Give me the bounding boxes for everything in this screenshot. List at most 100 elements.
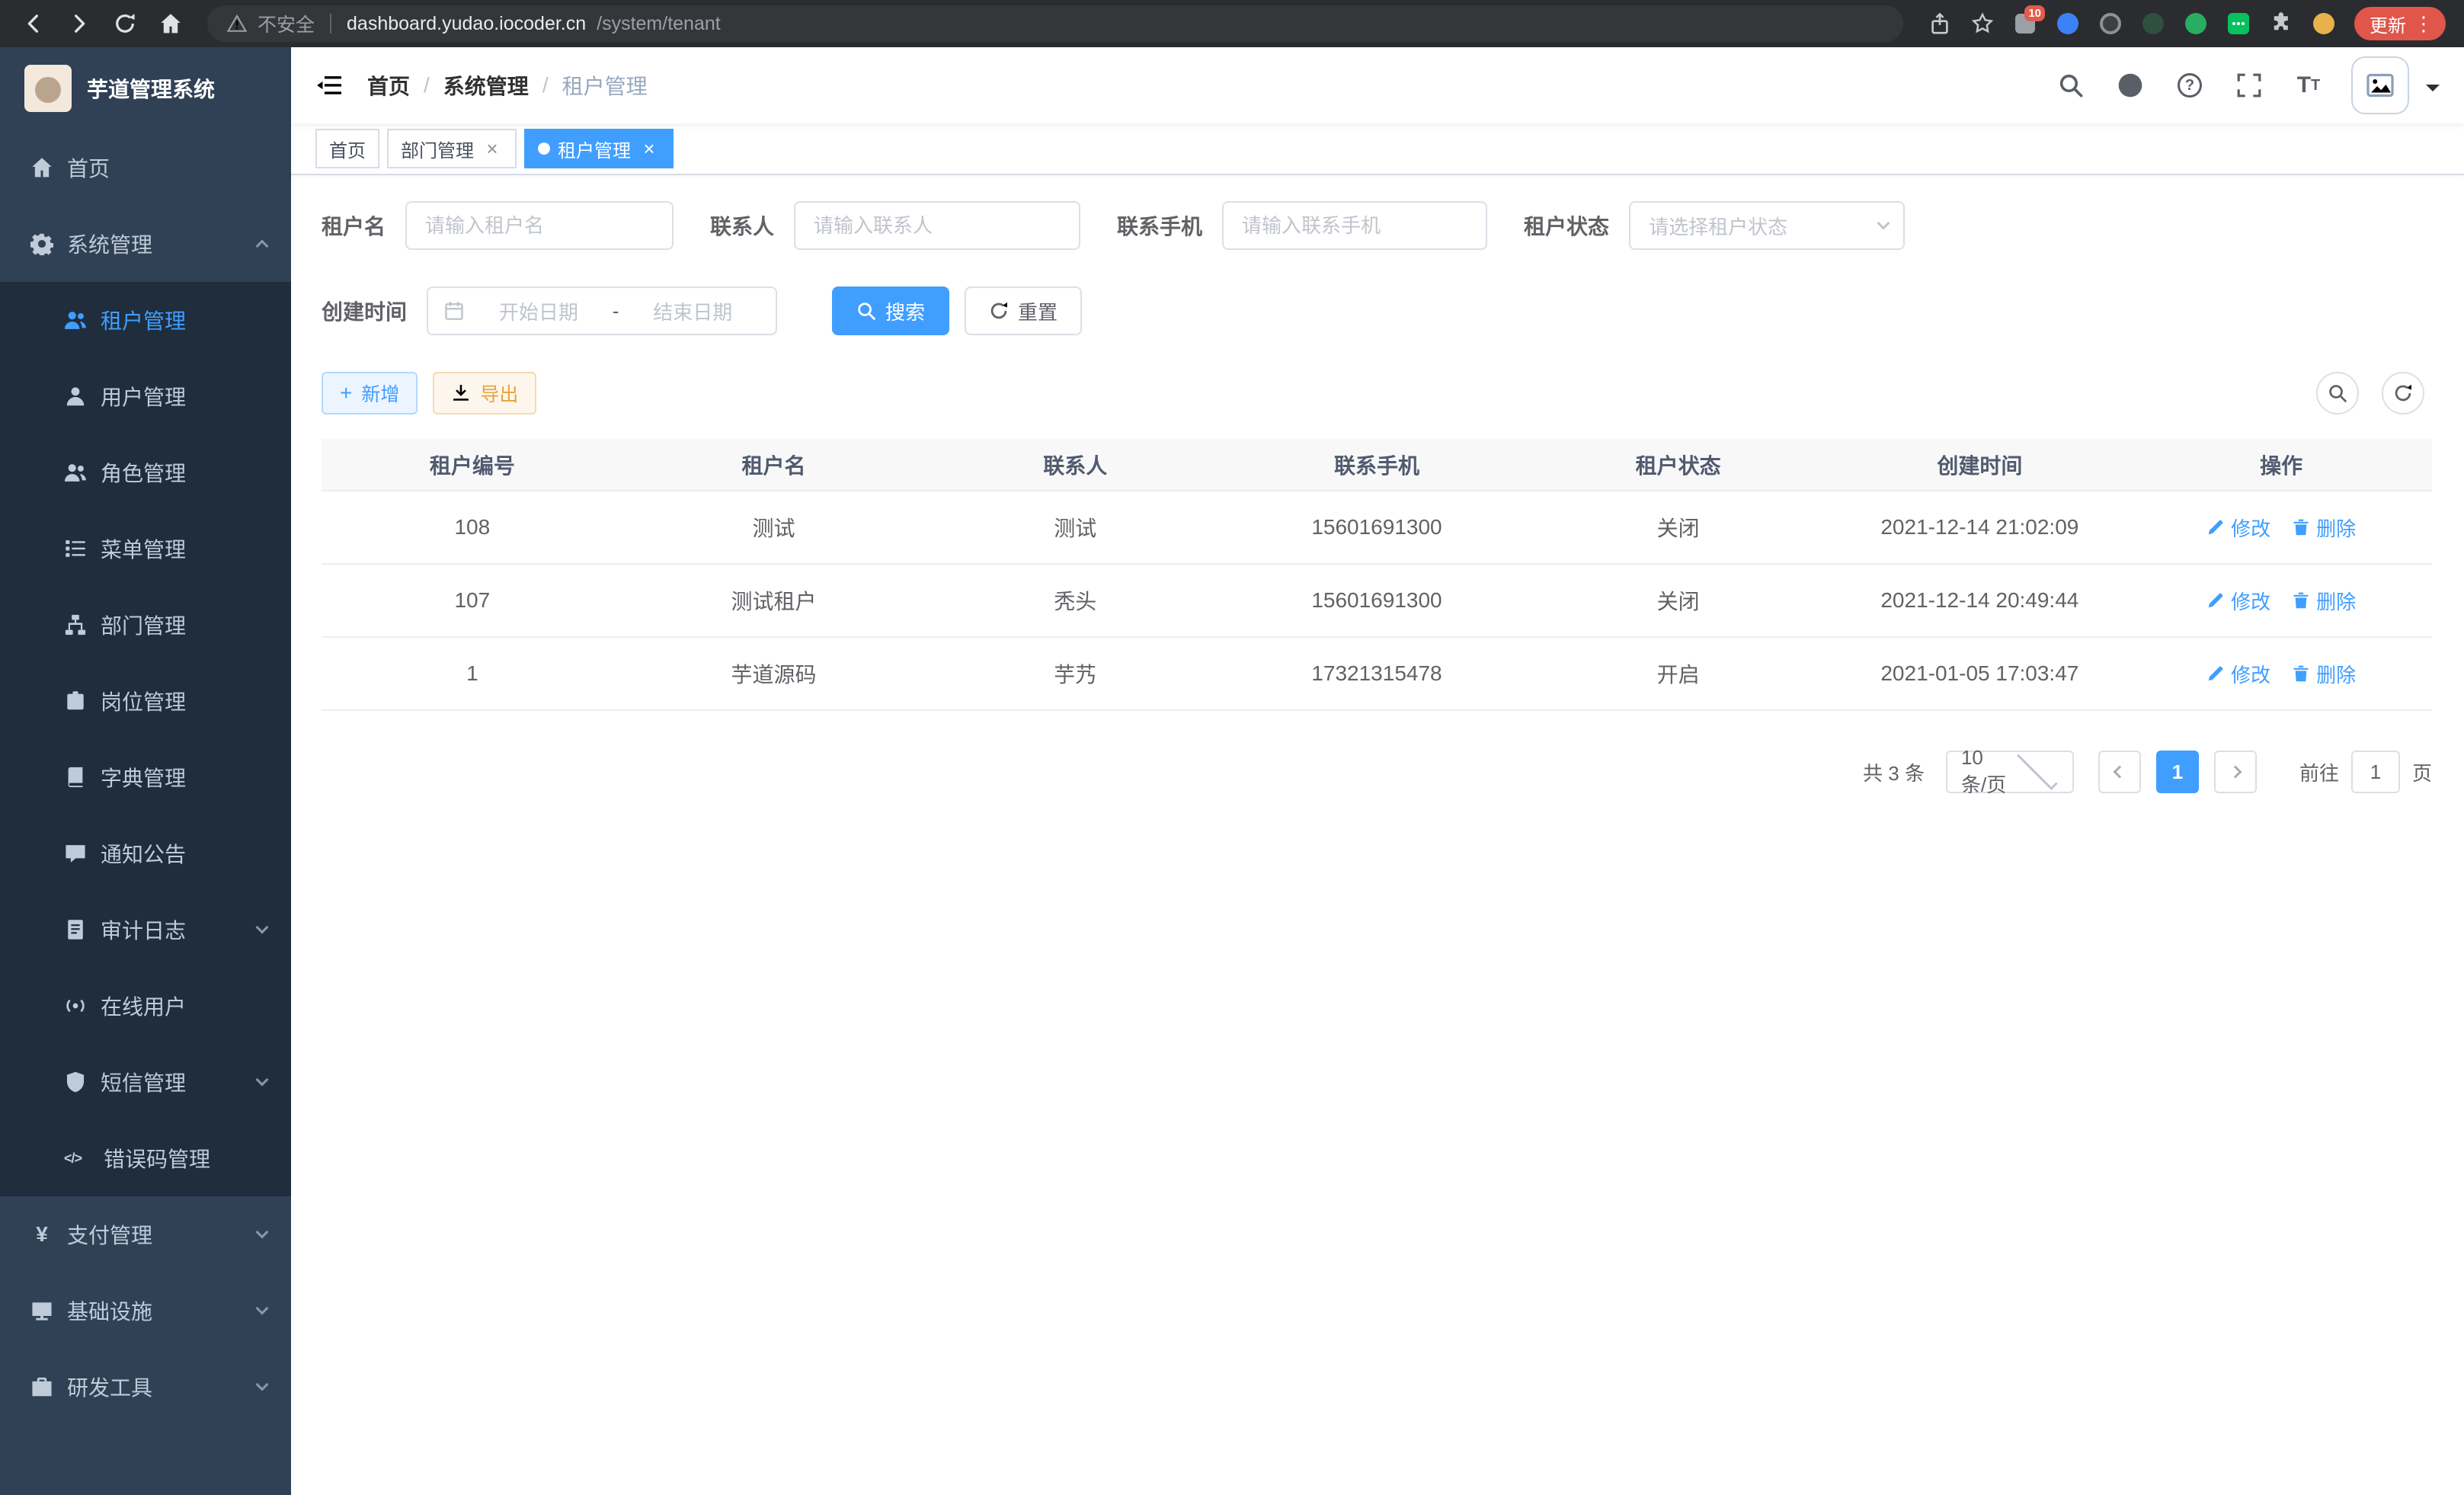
user-avatar[interactable] (2351, 56, 2409, 114)
tab-home[interactable]: 首页 (315, 129, 379, 168)
breadcrumb-system[interactable]: 系统管理 (443, 70, 529, 101)
delete-row-link[interactable]: 删除 (2292, 587, 2356, 615)
sidebar-item-system[interactable]: 系统管理 (0, 206, 291, 282)
sidebar-item-tenant[interactable]: 租户管理 (0, 282, 291, 358)
sidebar-item-online-user[interactable]: 在线用户 (0, 968, 291, 1044)
system-submenu: 租户管理 用户管理 角色管理 菜单管理 (0, 282, 291, 1196)
url-path: /system/tenant (597, 13, 721, 35)
tab-close-icon[interactable]: × (482, 138, 503, 159)
edit-row-link[interactable]: 修改 (2206, 587, 2270, 615)
extension-icon-5[interactable] (2184, 11, 2208, 36)
toggle-search-button[interactable] (2316, 372, 2359, 415)
address-bar[interactable]: 不安全 dashboard.yudao.iocoder.cn/system/te… (207, 5, 1903, 42)
contact-input[interactable] (794, 201, 1080, 250)
app-logo[interactable]: 芋道管理系统 (0, 47, 291, 130)
search-button[interactable]: 搜索 (832, 287, 949, 335)
tags-view-bar: 首页 部门管理 × 租户管理 × (291, 123, 2464, 175)
caret-down-icon[interactable] (2426, 85, 2440, 98)
cell-mobile: 15601691300 (1226, 491, 1528, 564)
yen-icon: ¥ (30, 1222, 53, 1247)
sidebar-item-error-code[interactable]: </> 错误码管理 (0, 1120, 291, 1196)
sidebar-item-user[interactable]: 用户管理 (0, 358, 291, 434)
browser-home-icon[interactable] (158, 11, 183, 36)
breadcrumb-home[interactable]: 首页 (367, 70, 410, 101)
reset-button[interactable]: 重置 (965, 287, 1082, 335)
page-size-select[interactable]: 10条/页 (1946, 751, 2074, 793)
help-glyph: ? (2178, 73, 2202, 98)
sidebar-item-notice[interactable]: 通知公告 (0, 815, 291, 892)
tab-dept[interactable]: 部门管理 × (387, 129, 517, 168)
github-icon[interactable] (2114, 69, 2147, 102)
extension-icon-3[interactable] (2098, 11, 2123, 36)
url-host: dashboard.yudao.iocoder.cn (347, 13, 586, 35)
extension-icon-1[interactable]: 10 (2013, 11, 2037, 36)
app-logo-image (24, 65, 72, 112)
tenant-status-select[interactable]: 请选择租户状态 (1629, 201, 1905, 250)
address-divider (330, 14, 331, 34)
font-size-icon[interactable]: TT (2292, 69, 2325, 102)
cell-contact: 秃头 (924, 564, 1226, 637)
tenant-name-input[interactable] (405, 201, 674, 250)
export-button[interactable]: 导出 (433, 372, 536, 415)
sidebar-item-infra[interactable]: 基础设施 (0, 1273, 291, 1349)
cell-status: 开启 (1528, 637, 1829, 710)
sidebar-item-menu[interactable]: 菜单管理 (0, 511, 291, 587)
delete-row-link[interactable]: 删除 (2292, 514, 2356, 542)
share-icon[interactable] (1928, 11, 1952, 36)
create-time-range-picker[interactable]: 开始日期 - 结束日期 (427, 287, 777, 335)
browser-profile-avatar[interactable] (2312, 11, 2336, 36)
column-header: 创建时间 (1829, 439, 2131, 491)
menu-label: 岗位管理 (101, 686, 186, 716)
sidebar-item-home[interactable]: 首页 (0, 130, 291, 206)
pagination-total: 共 3 条 (1863, 758, 1925, 786)
shield-icon (64, 1071, 87, 1093)
edit-row-link[interactable]: 修改 (2206, 514, 2270, 542)
sidebar-item-sms[interactable]: 短信管理 (0, 1044, 291, 1120)
header-search-icon[interactable] (2054, 69, 2088, 102)
warning-icon (227, 14, 247, 34)
mobile-input[interactable] (1222, 201, 1487, 250)
extension-glyph (2057, 13, 2078, 34)
reload-icon[interactable] (113, 11, 137, 36)
goto-page-input[interactable] (2351, 751, 2400, 793)
sidebar-item-audit-log[interactable]: 审计日志 (0, 892, 291, 968)
delete-row-link[interactable]: 删除 (2292, 660, 2356, 688)
sidebar-item-role[interactable]: 角色管理 (0, 434, 291, 511)
profile-glyph (2313, 13, 2334, 34)
sidebar-item-devtools[interactable]: 研发工具 (0, 1349, 291, 1425)
chevron-down-icon (256, 1302, 269, 1315)
update-button[interactable]: 更新⋮ (2354, 7, 2446, 40)
forward-icon[interactable] (67, 11, 91, 36)
add-button[interactable]: + 新增 (322, 372, 418, 415)
column-header: 租户名 (623, 439, 925, 491)
prev-page-button[interactable] (2098, 751, 2141, 793)
extensions-puzzle-icon[interactable] (2269, 11, 2293, 36)
extension-icon-6[interactable] (2226, 11, 2251, 36)
hamburger-icon[interactable] (315, 72, 343, 99)
chevron-down-icon (2018, 749, 2058, 789)
tab-close-icon[interactable]: × (638, 138, 660, 159)
tab-tenant[interactable]: 租户管理 × (524, 129, 674, 168)
fullscreen-icon[interactable] (2232, 69, 2266, 102)
help-icon[interactable]: ? (2173, 69, 2206, 102)
sidebar-item-post[interactable]: 岗位管理 (0, 663, 291, 739)
filter-row-2: 创建时间 开始日期 - 结束日期 搜索 重置 (322, 287, 2432, 335)
security-label: 不安全 (258, 10, 315, 37)
refresh-table-button[interactable] (2382, 372, 2424, 415)
sidebar-item-dept[interactable]: 部门管理 (0, 587, 291, 663)
bookmark-star-icon[interactable] (1970, 11, 1995, 36)
users-icon (64, 309, 87, 331)
sidebar-item-dict[interactable]: 字典管理 (0, 739, 291, 815)
column-header: 操作 (2130, 439, 2432, 491)
extension-icon-4[interactable] (2141, 11, 2165, 36)
extension-icon-2[interactable] (2056, 11, 2080, 36)
app-title: 芋道管理系统 (87, 73, 215, 104)
sidebar-item-payment[interactable]: ¥ 支付管理 (0, 1196, 291, 1273)
current-page-button[interactable]: 1 (2156, 751, 2199, 793)
next-page-button[interactable] (2214, 751, 2257, 793)
user-icon (64, 385, 87, 408)
trash-icon (2292, 664, 2310, 683)
back-icon[interactable] (21, 11, 46, 36)
column-header: 租户状态 (1528, 439, 1829, 491)
edit-row-link[interactable]: 修改 (2206, 660, 2270, 688)
